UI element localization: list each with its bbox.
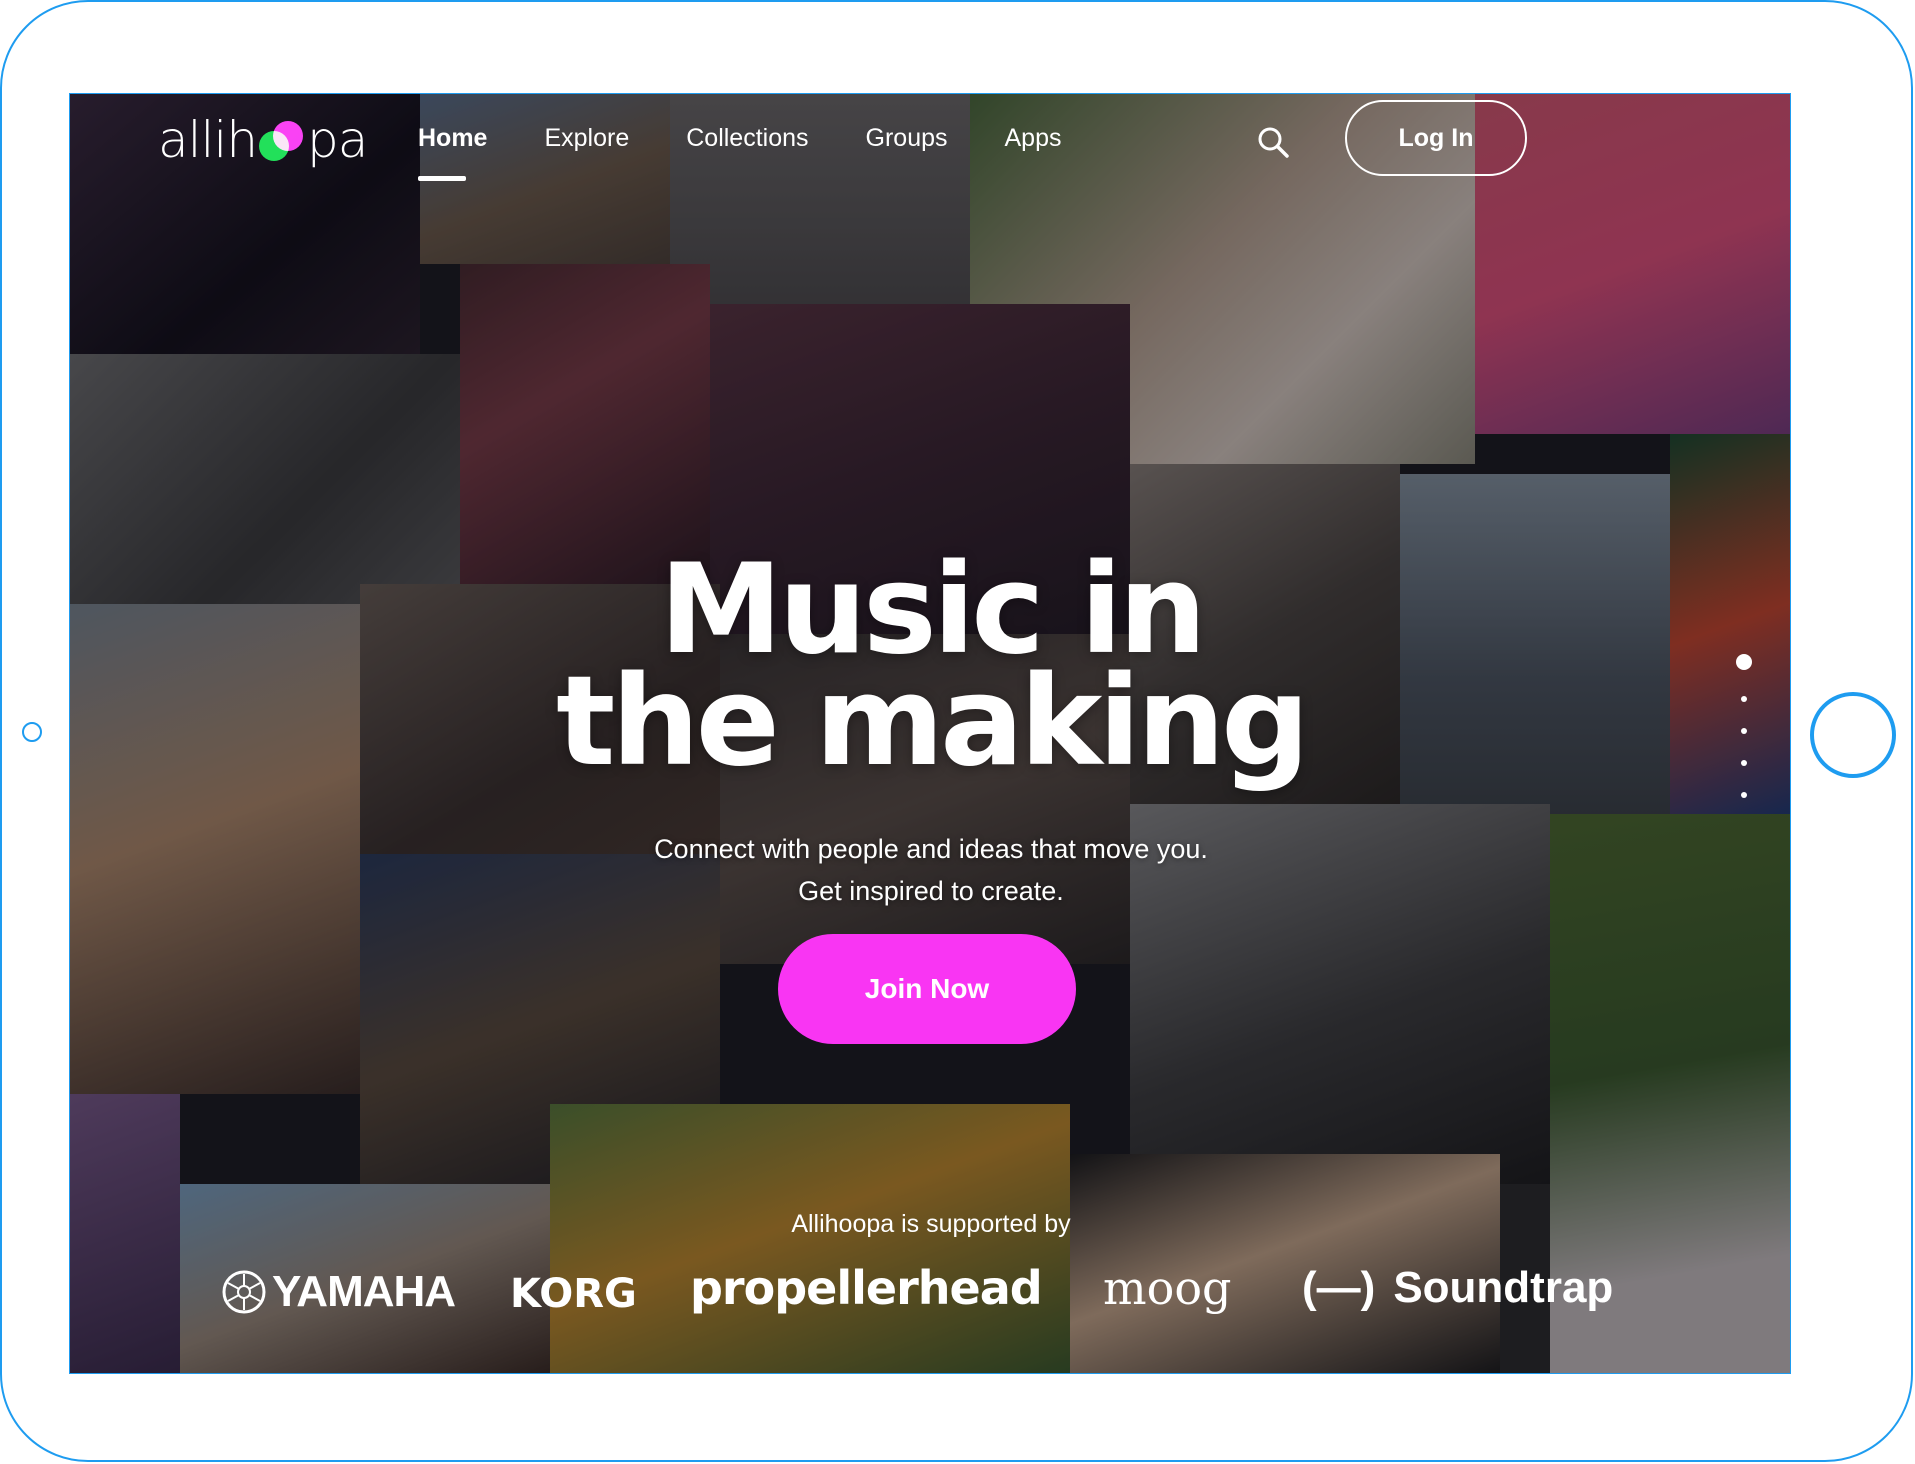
sponsor-logos: YAMAHA KORG propellerhead moog (—) Sound…	[70, 1259, 1790, 1329]
collage-photo	[550, 1104, 1070, 1373]
nav-groups[interactable]: Groups	[866, 124, 948, 153]
soundtrap-logo[interactable]: (—) Soundtrap	[1302, 1263, 1613, 1313]
logo-text-left: allih	[158, 111, 258, 169]
korg-logo[interactable]: KORG	[510, 1271, 637, 1317]
front-camera	[22, 722, 42, 742]
soundtrap-text: Soundtrap	[1393, 1263, 1614, 1312]
nav-home[interactable]: Home	[418, 124, 487, 181]
pager-dot-active[interactable]	[1736, 654, 1752, 670]
moog-logo[interactable]: moog	[1103, 1261, 1231, 1315]
propellerhead-logo[interactable]: propellerhead	[690, 1261, 1043, 1315]
hero-title-line2: the making	[556, 650, 1310, 794]
nav-apps[interactable]: Apps	[1005, 124, 1062, 153]
pager-dot[interactable]	[1741, 760, 1747, 766]
carousel-pager	[1736, 654, 1752, 824]
hero-subtitle-line1: Connect with people and ideas that move …	[654, 834, 1208, 864]
pager-dot[interactable]	[1741, 696, 1747, 702]
allihoopa-logo[interactable]: allih pa	[158, 111, 368, 169]
yamaha-logo[interactable]: YAMAHA	[222, 1267, 456, 1317]
login-button[interactable]: Log In	[1345, 100, 1527, 176]
hero-subtitle: Connect with people and ideas that move …	[70, 828, 1790, 912]
soundtrap-mark-icon: (—)	[1302, 1263, 1376, 1312]
hero-title: Music in the making	[70, 548, 1790, 794]
pager-dot[interactable]	[1741, 792, 1747, 798]
search-icon[interactable]	[1255, 124, 1291, 160]
home-button[interactable]	[1810, 692, 1896, 778]
nav-explore[interactable]: Explore	[544, 124, 629, 153]
logo-dots-icon	[259, 117, 305, 163]
screen: allih pa Home Explore Collections Groups…	[69, 93, 1791, 1374]
supported-by-caption: Allihoopa is supported by	[791, 1210, 1071, 1238]
tablet-frame: allih pa Home Explore Collections Groups…	[0, 0, 1913, 1462]
pager-dot[interactable]	[1741, 728, 1747, 734]
main-nav: Home Explore Collections Groups Apps	[418, 124, 1118, 181]
hero-subtitle-line2: Get inspired to create.	[798, 876, 1064, 906]
collage-photo	[460, 264, 710, 584]
logo-text-right: pa	[307, 111, 368, 169]
nav-collections[interactable]: Collections	[686, 124, 808, 153]
join-now-button[interactable]: Join Now	[778, 934, 1076, 1044]
yamaha-emblem-icon	[222, 1270, 266, 1314]
yamaha-text: YAMAHA	[272, 1267, 456, 1316]
